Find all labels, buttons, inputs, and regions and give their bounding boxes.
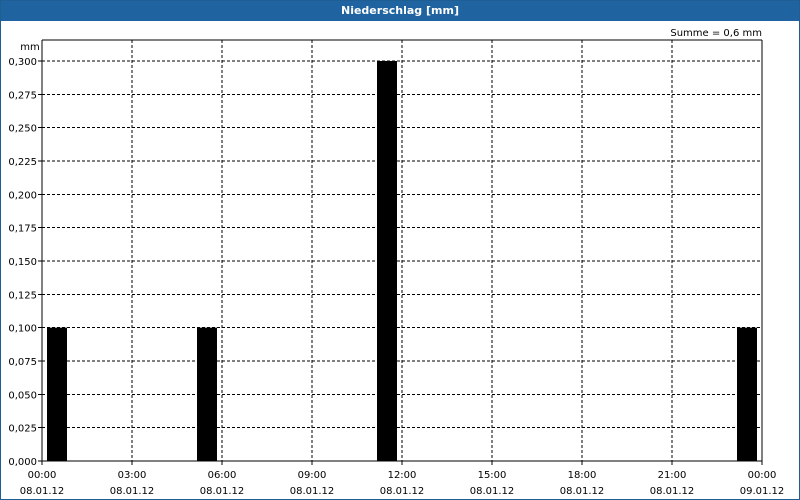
y-tick-label: 0,175 [8,224,37,235]
y-tick-label: 0,125 [8,290,37,301]
y-tick-label: 0,100 [8,324,37,335]
bar [737,327,757,461]
y-tick-label: 0,150 [8,257,37,268]
bar [197,327,217,461]
x-tick-labels: 00:00 08.01.12 03:00 08.01.12 06:00 08.01.12 0… [20,470,785,497]
x-tick-date: 08.01.12 [20,486,65,497]
y-tick-label: 0,225 [8,157,37,168]
x-tick-date: 08.01.12 [110,486,155,497]
y-tick-label: 0,250 [8,124,37,135]
y-tick-label: 0,000 [8,457,37,468]
x-tick-date: 08.01.12 [200,486,245,497]
y-axis-unit-label: mm [20,42,39,53]
x-tick-time: 12:00 [388,470,417,481]
x-tick-time: 15:00 [478,470,507,481]
x-tick-date: 08.01.12 [650,486,695,497]
y-tick-label: 0,075 [8,357,37,368]
x-tick-time: 03:00 [118,470,147,481]
y-tick-label: 0,050 [8,390,37,401]
axes [38,39,763,465]
y-tick-labels: 0,000 0,025 0,050 0,075 0,100 0,125 0,150 0,175… [8,57,37,468]
y-tick-label: 0,200 [8,190,37,201]
x-tick-date: 09.01.12 [740,486,785,497]
y-tick-label: 0,025 [8,424,37,435]
x-tick-date: 08.01.12 [470,486,515,497]
x-tick-time: 00:00 [748,470,777,481]
x-tick-time: 06:00 [208,470,237,481]
precipitation-chart: 0,000 0,025 0,050 0,075 0,100 0,125 0,150 0,175… [8,28,785,497]
sum-annotation: Summe = 0,6 mm [670,28,762,39]
grid-lines [42,40,762,461]
x-tick-time: 18:00 [568,470,597,481]
bar [47,327,67,461]
x-tick-date: 08.01.12 [560,486,605,497]
y-tick-label: 0,300 [8,57,37,68]
bar [377,61,397,461]
x-tick-date: 08.01.12 [380,486,425,497]
x-tick-time: 21:00 [658,470,687,481]
x-tick-time: 09:00 [298,470,327,481]
x-tick-time: 00:00 [28,470,57,481]
x-tick-date: 08.01.12 [290,486,335,497]
y-tick-label: 0,275 [8,90,37,101]
